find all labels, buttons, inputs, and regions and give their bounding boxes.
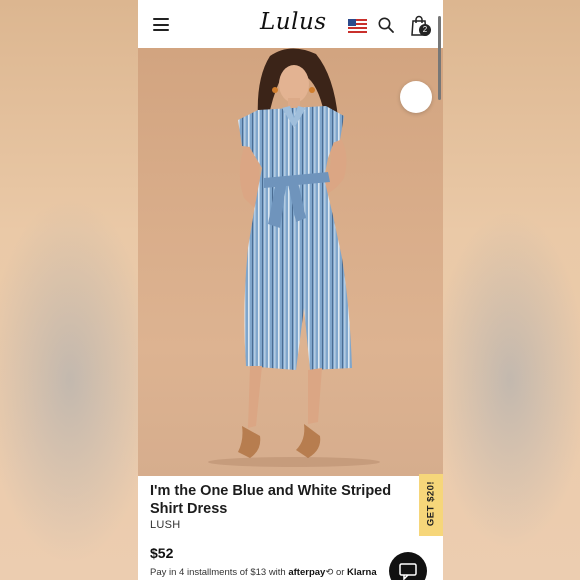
promo-tab[interactable]: GET $20! [419, 474, 443, 536]
menu-icon[interactable] [153, 18, 169, 31]
product-price: $52 [150, 545, 174, 561]
search-icon[interactable] [378, 17, 394, 33]
klarna-logo[interactable]: Klarna [347, 567, 377, 578]
product-title: I'm the One Blue and White Striped Shirt… [150, 483, 392, 517]
chat-button[interactable] [389, 552, 427, 580]
product-page: Lulus 2 I'm the One Blue and White Strip… [138, 0, 443, 580]
cart-count-badge: 2 [419, 24, 431, 36]
afterpay-logo[interactable]: afterpay [288, 567, 325, 578]
chat-icon [399, 563, 417, 580]
promo-label: GET $20! [425, 480, 437, 527]
or-text: or [335, 567, 345, 578]
site-logo[interactable]: Lulus [260, 9, 327, 35]
us-flag-icon[interactable] [348, 19, 367, 33]
product-brand[interactable]: LUSH [150, 519, 181, 531]
product-image-carousel[interactable] [138, 48, 443, 476]
site-header: Lulus 2 [138, 0, 443, 48]
model-photo [208, 48, 380, 467]
installment-info[interactable]: Pay in 4 installments of $13 with afterp… [150, 567, 377, 578]
scrollbar[interactable] [438, 16, 441, 100]
installment-text: Pay in 4 installments of $13 with [150, 567, 286, 578]
favorite-button[interactable] [400, 81, 432, 113]
afterpay-icon: ⟲ [325, 567, 334, 578]
